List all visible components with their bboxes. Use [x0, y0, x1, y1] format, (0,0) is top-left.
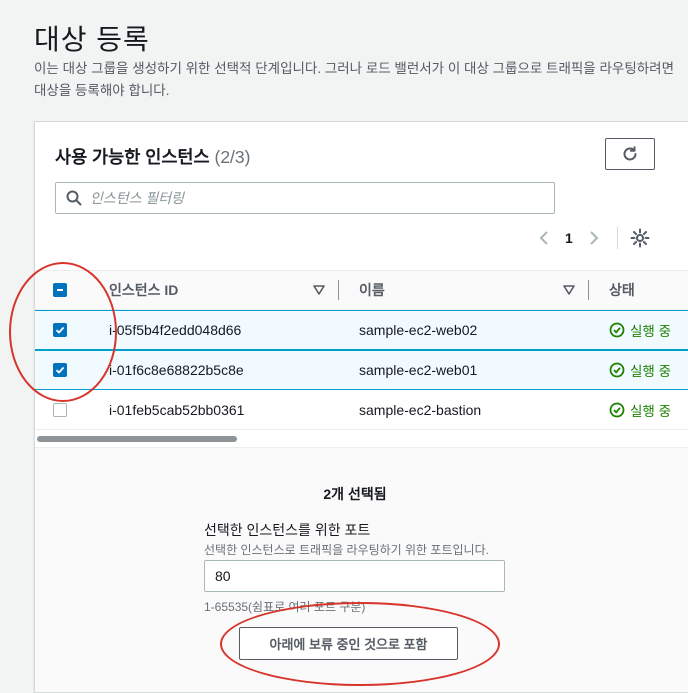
- instance-state: 실행 중: [609, 311, 671, 349]
- check-circle-icon: [609, 362, 625, 378]
- page-title: 대상 등록: [34, 24, 150, 55]
- search-input[interactable]: [90, 190, 530, 206]
- available-instances-panel: 사용 가능한 인스턴스 (2/3) 1: [34, 121, 688, 693]
- instance-name: sample-ec2-web02: [359, 322, 478, 338]
- state-text: 실행 중: [630, 324, 672, 339]
- row-checkbox[interactable]: [53, 351, 67, 389]
- page-number[interactable]: 1: [565, 230, 573, 246]
- next-page-button[interactable]: [585, 228, 603, 248]
- column-header-state[interactable]: 상태: [609, 271, 635, 309]
- pagination: 1: [535, 226, 650, 250]
- select-all-checkbox[interactable]: [53, 271, 67, 309]
- panel-title: 사용 가능한 인스턴스 (2/3): [55, 144, 250, 169]
- state-text: 실행 중: [630, 364, 672, 379]
- table-row[interactable]: i-05f5b4f2edd048d66 sample-ec2-web02 실행 …: [35, 310, 688, 350]
- refresh-icon: [623, 146, 637, 161]
- pager-divider: [616, 227, 618, 249]
- column-divider[interactable]: [338, 280, 339, 300]
- port-constraint-text: 1-65535(쉼표로 여러 포트 구분): [204, 600, 366, 614]
- horizontal-scrollbar[interactable]: [35, 435, 688, 443]
- search-icon: [66, 190, 82, 206]
- column-divider[interactable]: [588, 280, 589, 300]
- row-checkbox[interactable]: [53, 311, 67, 349]
- checkbox-indeterminate-icon: [53, 283, 67, 297]
- pending-selection-footer: 2개 선택됨 선택한 인스턴스를 위한 포트 선택한 인스턴스로 트래픽을 라우…: [35, 447, 688, 692]
- port-label: 선택한 인스턴스를 위한 포트: [204, 522, 371, 538]
- chevron-left-icon: [539, 231, 548, 245]
- instance-state: 실행 중: [609, 351, 671, 389]
- scrollbar-thumb[interactable]: [37, 436, 237, 442]
- table-row[interactable]: i-01feb5cab52bb0361 sample-ec2-bastion 실…: [35, 390, 688, 430]
- column-header-instance-id[interactable]: 인스턴스 ID: [109, 271, 178, 309]
- panel-title-text: 사용 가능한 인스턴스: [55, 147, 210, 167]
- table-row[interactable]: i-01f6c8e68822b5c8e sample-ec2-web01 실행 …: [35, 350, 688, 390]
- include-as-pending-button[interactable]: 아래에 보류 중인 것으로 포함: [239, 627, 458, 660]
- table-header: 인스턴스 ID 이름 상태: [35, 270, 688, 310]
- column-header-name[interactable]: 이름: [359, 271, 385, 309]
- instance-id: i-01feb5cab52bb0361: [109, 401, 245, 418]
- chevron-right-icon: [590, 231, 599, 245]
- preferences-button[interactable]: [630, 228, 650, 248]
- instances-table: 인스턴스 ID 이름 상태 i-05f5b4f2edd048d66 sample…: [35, 270, 688, 430]
- previous-page-button[interactable]: [535, 228, 553, 248]
- sort-icon[interactable]: [312, 283, 326, 297]
- instance-name: sample-ec2-bastion: [359, 401, 482, 418]
- check-circle-icon: [609, 322, 625, 338]
- row-checkbox[interactable]: [53, 390, 67, 429]
- port-input[interactable]: [204, 560, 505, 592]
- selection-count: (2/3): [214, 147, 251, 167]
- instance-id: i-05f5b4f2edd048d66: [109, 322, 242, 338]
- sort-icon[interactable]: [562, 283, 576, 297]
- instance-filter[interactable]: [55, 182, 555, 214]
- instance-state: 실행 중: [609, 390, 671, 429]
- checkbox-checked-icon: [53, 363, 67, 377]
- state-text: 실행 중: [630, 403, 672, 419]
- instance-name: sample-ec2-web01: [359, 362, 478, 378]
- gear-icon: [630, 228, 650, 248]
- port-help-text: 선택한 인스턴스로 트래픽을 라우팅하기 위한 포트입니다.: [204, 543, 489, 557]
- selected-count: 2개 선택됨: [323, 486, 387, 502]
- checkbox-unchecked-icon: [53, 402, 67, 417]
- check-circle-icon: [609, 402, 625, 417]
- instance-id: i-01f6c8e68822b5c8e: [109, 362, 244, 378]
- checkbox-checked-icon: [53, 323, 67, 337]
- page-description: 이는 대상 그룹을 생성하기 위한 선택적 단계입니다. 그러나 로드 밸런서가…: [34, 61, 675, 98]
- refresh-button[interactable]: [605, 138, 655, 170]
